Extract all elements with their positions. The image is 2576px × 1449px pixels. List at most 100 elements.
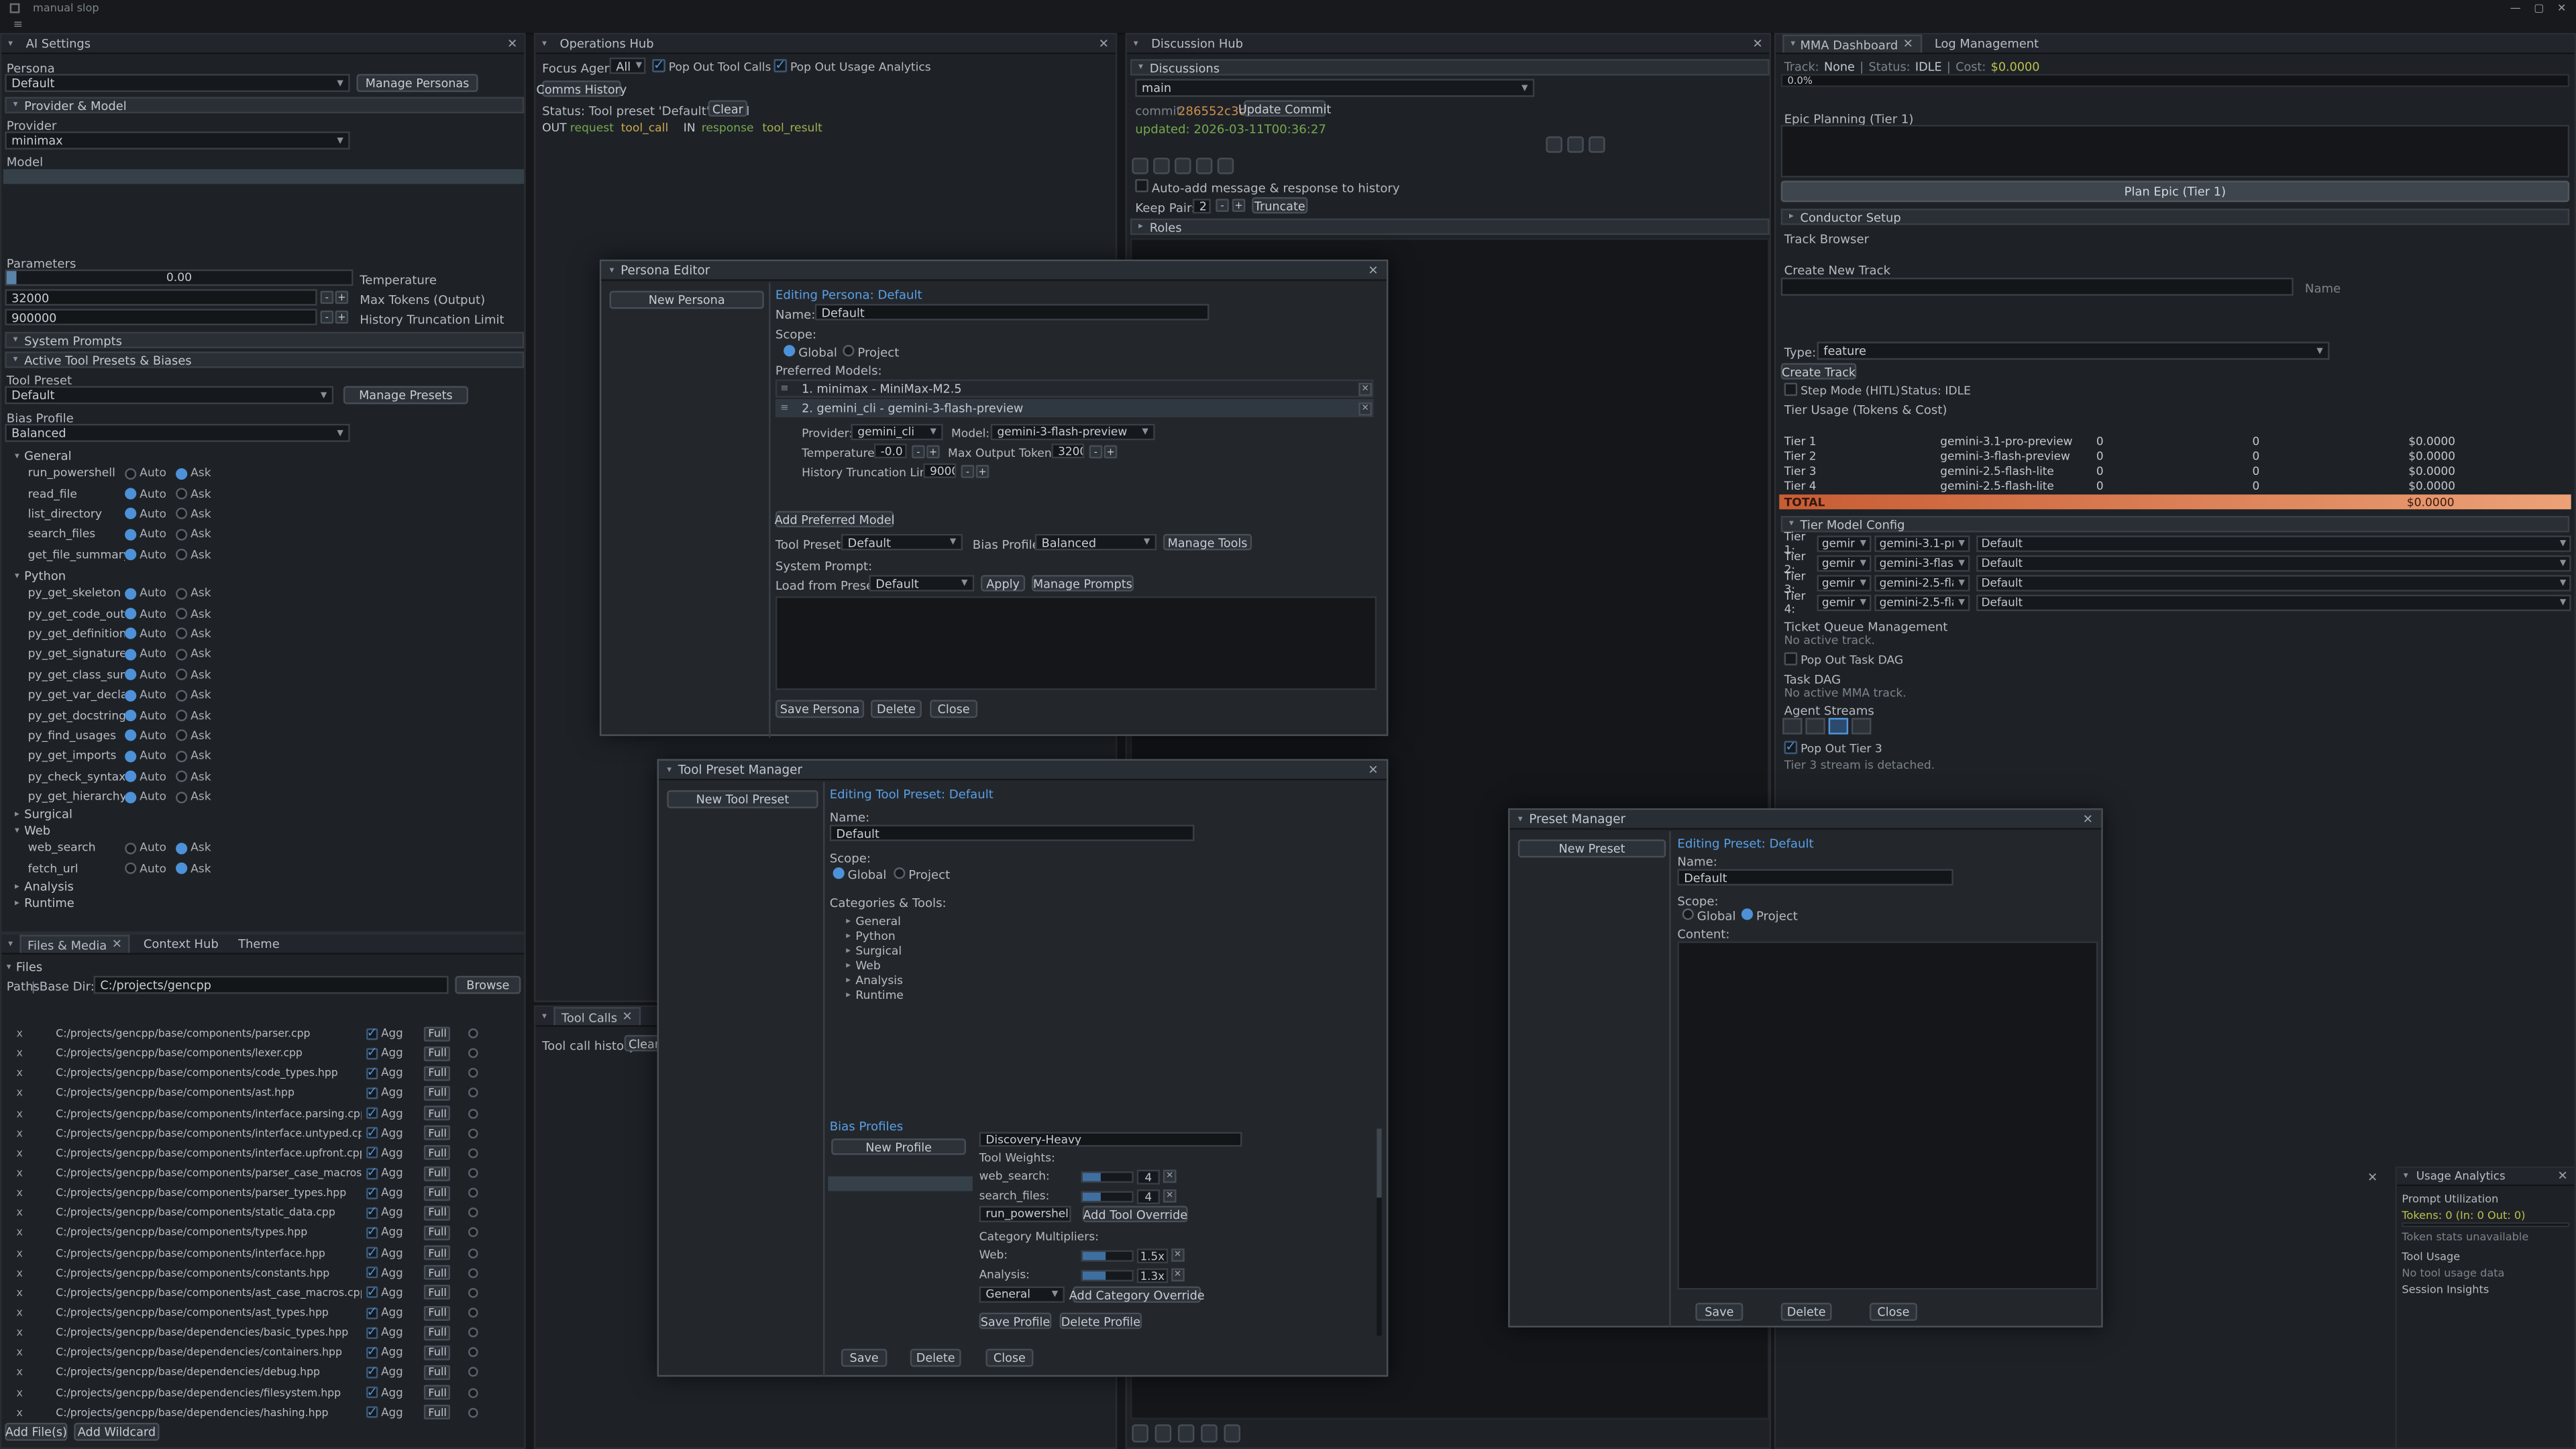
cache-indicator[interactable] bbox=[469, 1328, 479, 1338]
category-tree-item[interactable]: ▸ General bbox=[830, 914, 1372, 928]
max-tokens-input[interactable]: 32000 bbox=[5, 289, 317, 305]
bias-profile-item[interactable] bbox=[828, 1161, 973, 1176]
usage-analytics-header[interactable]: ▾ Usage Analytics ✕ bbox=[2397, 1168, 2574, 1186]
group-header-web[interactable]: ▾ Web bbox=[15, 823, 50, 838]
project-radio[interactable] bbox=[1741, 908, 1753, 920]
decrement-button[interactable]: - bbox=[321, 311, 334, 324]
tool-preset-select[interactable]: Default▼ bbox=[5, 386, 333, 405]
multiplier-slider[interactable] bbox=[1081, 1269, 1133, 1281]
agg-checkbox[interactable] bbox=[366, 1128, 378, 1139]
remove-file-button[interactable]: x bbox=[16, 1226, 30, 1240]
remove-file-button[interactable]: x bbox=[16, 1267, 30, 1280]
add-tool-override-button[interactable]: Add Tool Override bbox=[1083, 1206, 1188, 1222]
bias-profile-item[interactable] bbox=[828, 1191, 973, 1206]
roles-section-header[interactable]: ▸ Roles bbox=[1130, 219, 1770, 235]
increment-button[interactable]: + bbox=[1104, 445, 1118, 459]
auto-radio[interactable] bbox=[125, 629, 136, 640]
increment-button[interactable]: + bbox=[335, 311, 349, 324]
ask-radio[interactable] bbox=[176, 629, 187, 640]
close-dialog-button[interactable]: Close bbox=[930, 700, 977, 718]
full-flag-button[interactable]: Full bbox=[425, 1126, 451, 1140]
close-icon[interactable]: ✕ bbox=[1903, 38, 1913, 50]
remove-file-button[interactable]: x bbox=[16, 1167, 30, 1180]
provider-select[interactable]: gemini▼ bbox=[1817, 595, 1872, 611]
remove-file-button[interactable]: x bbox=[16, 1107, 30, 1120]
ask-radio[interactable] bbox=[176, 863, 187, 874]
agg-checkbox[interactable] bbox=[366, 1247, 378, 1258]
active-presets-section-header[interactable]: ▾ Active Tool Presets & Biases bbox=[5, 352, 524, 368]
step-mode-checkbox[interactable] bbox=[1784, 383, 1798, 396]
agent-stream-tab[interactable] bbox=[1782, 718, 1802, 734]
files-section-header[interactable]: ▾ Files bbox=[7, 959, 42, 974]
auto-radio[interactable] bbox=[125, 549, 136, 561]
new-preset-button[interactable]: New Preset bbox=[1518, 839, 1666, 857]
increment-button[interactable]: + bbox=[1232, 199, 1246, 212]
composer-button[interactable] bbox=[1224, 1424, 1240, 1442]
auto-radio[interactable] bbox=[125, 649, 136, 660]
chevron-down-icon[interactable]: ▾ bbox=[8, 39, 13, 49]
agg-checkbox[interactable] bbox=[366, 1387, 378, 1398]
remove-model-icon[interactable]: ✕ bbox=[1358, 382, 1372, 395]
global-radio[interactable] bbox=[784, 345, 795, 356]
remove-multiplier-icon[interactable]: ✕ bbox=[1171, 1269, 1185, 1282]
provider-select[interactable]: gemini_cli▼ bbox=[851, 424, 943, 440]
tool-preset-manager-titlebar[interactable]: ▾ Tool Preset Manager ✕ bbox=[659, 761, 1387, 780]
category-tree-item[interactable]: ▸ Surgical bbox=[830, 943, 1372, 958]
delete-button[interactable]: Delete bbox=[1781, 1303, 1832, 1321]
full-flag-button[interactable]: Full bbox=[425, 1285, 451, 1300]
manage-tools-button[interactable]: Manage Tools bbox=[1163, 534, 1252, 550]
preset-content-textarea[interactable] bbox=[1677, 941, 2098, 1289]
cache-indicator[interactable] bbox=[469, 1168, 479, 1178]
cache-indicator[interactable] bbox=[469, 1268, 479, 1278]
cache-indicator[interactable] bbox=[469, 1088, 479, 1098]
agg-checkbox[interactable] bbox=[366, 1267, 378, 1279]
bias-select[interactable]: Default▼ bbox=[1976, 555, 2571, 572]
tab-tool-calls[interactable]: Tool Calls ✕ bbox=[553, 1007, 641, 1025]
apply-button[interactable]: Apply bbox=[981, 575, 1025, 591]
bias-profile-item[interactable] bbox=[828, 1176, 973, 1191]
full-flag-button[interactable]: Full bbox=[425, 1185, 451, 1200]
multiplier-slider[interactable] bbox=[1081, 1249, 1133, 1260]
auto-radio[interactable] bbox=[125, 669, 136, 680]
auto-radio[interactable] bbox=[125, 751, 136, 762]
pop-out-usage-checkbox[interactable] bbox=[773, 59, 787, 72]
discussions-section-header[interactable]: ▾ Discussions bbox=[1130, 59, 1770, 75]
track-action-button[interactable] bbox=[1567, 136, 1583, 152]
save-button[interactable]: Save bbox=[1695, 1303, 1743, 1321]
auto-radio[interactable] bbox=[125, 791, 136, 802]
pop-out-tool-calls-checkbox[interactable] bbox=[652, 59, 665, 72]
cache-indicator[interactable] bbox=[469, 1208, 479, 1218]
group-header-analysis[interactable]: ▸ Analysis bbox=[15, 879, 74, 894]
agg-checkbox[interactable] bbox=[366, 1407, 378, 1418]
increment-button[interactable]: + bbox=[335, 290, 349, 304]
full-flag-button[interactable]: Full bbox=[425, 1365, 451, 1380]
maximize-icon[interactable]: ▢ bbox=[2534, 1, 2544, 15]
auto-add-checkbox[interactable] bbox=[1135, 179, 1148, 193]
remove-file-button[interactable]: x bbox=[16, 1126, 30, 1140]
provider-select[interactable]: gemini▼ bbox=[1817, 575, 1872, 591]
auto-radio[interactable] bbox=[125, 608, 136, 619]
add-wildcard-button[interactable]: Add Wildcard bbox=[74, 1423, 159, 1441]
pop-out-tier3-checkbox[interactable] bbox=[1784, 741, 1798, 754]
agent-stream-tab[interactable] bbox=[1851, 718, 1871, 734]
auto-radio[interactable] bbox=[125, 710, 136, 721]
auto-radio[interactable] bbox=[125, 843, 136, 854]
remove-file-button[interactable]: x bbox=[16, 1386, 30, 1399]
tab-context-hub[interactable]: Context Hub bbox=[137, 934, 225, 953]
manage-prompts-button[interactable]: Manage Prompts bbox=[1032, 575, 1134, 591]
agg-checkbox[interactable] bbox=[366, 1067, 378, 1079]
history-action-button[interactable] bbox=[1218, 158, 1234, 174]
persona-select[interactable]: Default▼ bbox=[5, 74, 350, 92]
cache-indicator[interactable] bbox=[469, 1368, 479, 1378]
preferred-model-row[interactable]: ≡ 1. minimax - MiniMax-M2.5 ✕ bbox=[775, 380, 1373, 398]
model-select[interactable]: gemini-3.1-pro-preview▼ bbox=[1874, 535, 1970, 551]
agent-stream-tab[interactable] bbox=[1829, 718, 1848, 734]
cache-indicator[interactable] bbox=[469, 1069, 479, 1079]
save-button[interactable]: Save bbox=[841, 1349, 888, 1367]
minimize-icon[interactable]: — bbox=[2510, 1, 2521, 15]
tool-preset-list-item[interactable] bbox=[662, 813, 822, 829]
history-action-button[interactable] bbox=[1132, 158, 1148, 174]
remove-file-button[interactable]: x bbox=[16, 1146, 30, 1160]
ask-radio[interactable] bbox=[176, 488, 187, 500]
auto-radio[interactable] bbox=[125, 730, 136, 741]
